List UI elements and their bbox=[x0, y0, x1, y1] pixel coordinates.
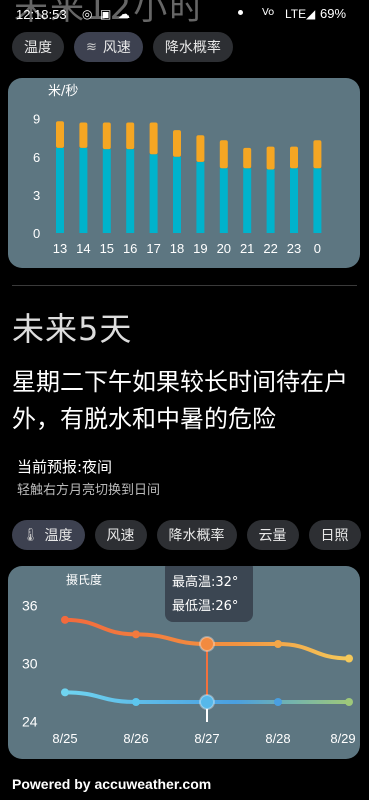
wind-x-tick: 19 bbox=[193, 241, 207, 256]
tab-daily-wind[interactable]: 风速 bbox=[94, 520, 147, 550]
wind-speed-bar bbox=[196, 161, 205, 233]
tab-daily-cloud[interactable]: 云量 bbox=[246, 520, 299, 550]
temperature-chart[interactable]: 摄氏度 最高温:32° 最低温:26° 24 30 36 8/25 8/26 8/27 8/… bbox=[8, 566, 360, 759]
thermometer-icon: 🌡︎ bbox=[22, 527, 39, 543]
hourly-tabs: 温度 ≋ 风速 降水概率 bbox=[12, 32, 233, 62]
low-temp-point bbox=[61, 688, 69, 697]
daily-tabs: 🌡︎ 温度 风速 降水概率 云量 日照 bbox=[12, 520, 361, 550]
wind-gust-bar bbox=[102, 122, 111, 150]
tab-daily-temperature[interactable]: 🌡︎ 温度 bbox=[12, 520, 85, 550]
cloud-icon: ☁ bbox=[118, 7, 130, 21]
date-x-tick: 8/28 bbox=[265, 731, 290, 746]
wind-gust-bar bbox=[126, 122, 135, 150]
wind-gust-bar bbox=[243, 147, 252, 169]
wind-x-tick: 23 bbox=[287, 241, 301, 256]
wind-x-tick: 0 bbox=[314, 241, 321, 256]
wind-speed-bar bbox=[149, 154, 158, 233]
forecast-mode-title: 当前预报:夜间 bbox=[17, 458, 113, 476]
temp-y-tick: 24 bbox=[22, 713, 38, 729]
wind-y-tick: 0 bbox=[33, 226, 40, 241]
low-temp-point bbox=[345, 698, 353, 706]
divider bbox=[12, 285, 357, 286]
tab-daily-sunshine[interactable]: 日照 bbox=[308, 520, 361, 550]
wind-gust-bar bbox=[219, 140, 228, 169]
wind-x-tick: 20 bbox=[217, 241, 231, 256]
notification-icon: ▣ bbox=[100, 7, 112, 21]
wind-chart: 米/秒 0 3 6 9 13 14 15 16 17 18 19 20 21 22 23 0 bbox=[33, 84, 322, 256]
status-bar: 未来12小时 12:18:53 ◎ ▣ ☁ Vo LTE ◢ 69% bbox=[0, 0, 369, 28]
wind-gust-bar bbox=[313, 140, 322, 169]
network-type: LTE bbox=[285, 7, 307, 21]
tooltip-low: 最低温:26° bbox=[172, 599, 238, 614]
wind-gust-bar bbox=[290, 146, 298, 169]
date-x-tick: 8/26 bbox=[123, 731, 148, 746]
wind-x-tick: 13 bbox=[53, 241, 67, 256]
wind-speed-bar bbox=[313, 168, 322, 233]
daily-section-title: 未来5天 bbox=[12, 310, 133, 348]
temp-y-tick: 30 bbox=[22, 655, 38, 671]
wind-speed-bar bbox=[102, 149, 111, 233]
notification-dot-icon bbox=[238, 10, 243, 15]
wind-speed-bar bbox=[243, 168, 252, 233]
high-temp-point bbox=[345, 654, 353, 663]
wind-y-tick: 9 bbox=[33, 112, 40, 127]
high-temp-point bbox=[274, 640, 282, 648]
date-x-tick: 8/27 bbox=[194, 731, 219, 746]
wind-speed-bar bbox=[266, 169, 275, 233]
tab-precipitation[interactable]: 降水概率 bbox=[152, 32, 233, 62]
wind-gust-bar bbox=[196, 135, 205, 162]
wind-x-tick: 14 bbox=[76, 241, 90, 256]
battery-level: 69% bbox=[320, 6, 347, 21]
volte-icon: Vo bbox=[262, 7, 275, 18]
instagram-icon: ◎ bbox=[82, 7, 93, 21]
tooltip-high: 最高温:32° bbox=[172, 574, 238, 590]
temperature-tooltip: 最高温:32° 最低温:26° bbox=[165, 566, 253, 622]
high-temp-point bbox=[199, 636, 215, 652]
wind-x-tick: 17 bbox=[146, 241, 160, 256]
wind-gust-bar bbox=[79, 122, 88, 148]
date-x-tick: 8/29 bbox=[330, 731, 355, 746]
wind-speed-bar bbox=[219, 168, 228, 233]
clock: 12:18:53 bbox=[16, 7, 67, 22]
tab-daily-precipitation[interactable]: 降水概率 bbox=[156, 520, 237, 550]
temperature-chart-card: 摄氏度 最高温:32° 最低温:26° 24 30 36 8/25 8/26 8/27 8/… bbox=[8, 566, 360, 759]
wind-speed-bar bbox=[79, 147, 88, 233]
wind-gust-bar bbox=[56, 121, 64, 148]
moon-icon[interactable] bbox=[320, 466, 342, 488]
wind-x-tick: 22 bbox=[263, 241, 277, 256]
date-x-tick: 8/25 bbox=[52, 731, 77, 746]
wind-speed-bar bbox=[290, 168, 298, 233]
signal-icon: ◢ bbox=[306, 7, 316, 21]
wind-gust-bar bbox=[173, 130, 181, 157]
forecast-mode-hint: 轻触右方月亮切换到日间 bbox=[17, 483, 161, 498]
wind-gust-bar bbox=[149, 122, 158, 155]
wind-unit-label: 米/秒 bbox=[48, 84, 78, 99]
wind-x-tick: 21 bbox=[240, 241, 254, 256]
wind-x-tick: 18 bbox=[170, 241, 184, 256]
temperature-unit-label: 摄氏度 bbox=[66, 572, 102, 587]
attribution[interactable]: Powered by accuweather.com bbox=[12, 776, 211, 792]
tab-temperature[interactable]: 温度 bbox=[12, 32, 64, 62]
wind-y-tick: 3 bbox=[33, 188, 40, 203]
wind-speed-bar bbox=[126, 149, 135, 233]
wind-speed-bar bbox=[56, 147, 64, 233]
wind-y-tick: 6 bbox=[33, 150, 40, 165]
high-temp-point bbox=[61, 615, 69, 624]
heat-warning: 星期二下午如果较长时间待在户外，有脱水和中暑的危险 bbox=[12, 368, 348, 433]
low-temp-point bbox=[199, 694, 215, 710]
high-temp-point bbox=[132, 630, 140, 639]
wind-speed-bar bbox=[173, 156, 181, 233]
wind-gust-bar bbox=[266, 146, 275, 170]
wind-chart-card: 米/秒 0 3 6 9 13 14 15 16 17 18 19 20 21 22 23 0 bbox=[8, 78, 360, 268]
wind-x-tick: 15 bbox=[100, 241, 114, 256]
wind-x-tick: 16 bbox=[123, 241, 137, 256]
temp-y-tick: 36 bbox=[22, 597, 38, 613]
low-temp-point bbox=[132, 698, 140, 706]
tab-wind-speed[interactable]: ≋ 风速 bbox=[74, 32, 143, 62]
low-temp-point bbox=[274, 698, 282, 706]
wind-icon: ≋ bbox=[86, 39, 97, 55]
